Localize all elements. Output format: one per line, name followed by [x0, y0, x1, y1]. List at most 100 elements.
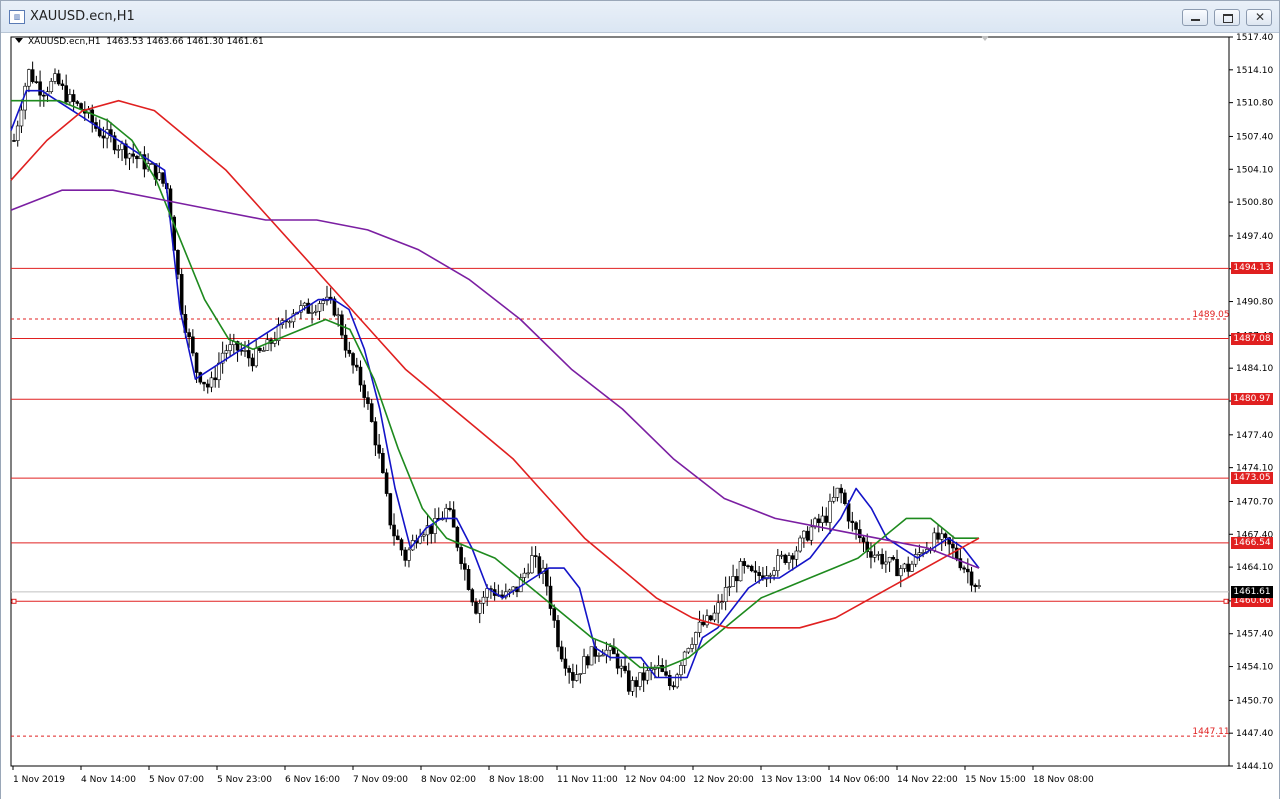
price-chart[interactable]: 1517.40 1514.10 1510.80 1507.40 1504.10 1500.…	[1, 33, 1279, 799]
price-tick-label: 1517.40	[1236, 33, 1273, 43]
candle-body	[898, 568, 903, 577]
candle-body	[645, 670, 650, 681]
candle-body	[977, 585, 981, 587]
candle-body	[474, 601, 478, 614]
close-button[interactable]: ✕	[1246, 9, 1272, 26]
candle-body	[731, 576, 735, 587]
chart-shift-marker	[981, 36, 989, 41]
info-close: 1461.61	[226, 37, 264, 47]
restore-button[interactable]	[1214, 9, 1240, 26]
candle-body	[157, 172, 162, 180]
candle-body	[477, 602, 482, 614]
candle-body	[258, 347, 262, 351]
candle-body	[675, 674, 680, 688]
current-price-label: 1461.61	[1231, 585, 1273, 598]
chart-area[interactable]: 1517.40 1514.10 1510.80 1507.40 1504.10 1500.…	[1, 33, 1279, 799]
candle-body	[362, 384, 367, 398]
candle-body	[861, 537, 866, 543]
candle-body	[395, 535, 400, 540]
candle-body	[597, 655, 601, 657]
candle-body	[660, 665, 665, 672]
candle-body	[880, 553, 884, 565]
candle-body	[470, 589, 475, 603]
price-tick-label: 1510.80	[1236, 99, 1273, 109]
candle-body	[68, 94, 72, 103]
price-tick-label: 1497.40	[1236, 232, 1273, 242]
time-tick-label: 11 Nov 11:00	[557, 775, 618, 785]
candle-body	[772, 570, 776, 576]
candle-body	[302, 302, 307, 306]
price-tick-label: 1490.80	[1236, 298, 1273, 308]
candle-body	[448, 507, 452, 511]
candle-body	[951, 543, 955, 549]
candle-body	[973, 584, 978, 587]
candle-body	[563, 658, 568, 669]
candle-body	[64, 85, 68, 103]
candle-body	[254, 347, 258, 367]
candle-body	[310, 312, 314, 314]
candle-body	[638, 672, 642, 687]
info-high: 1463.66	[146, 37, 184, 47]
candle-body	[790, 555, 795, 560]
candle-body	[802, 530, 806, 539]
candle-body	[891, 556, 896, 560]
candle-body	[735, 576, 739, 582]
chart-info: XAUUSD.ecn,H1 1463.53 1463.66 1461.30 14…	[15, 37, 264, 47]
price-tick-label: 1454.10	[1236, 663, 1273, 673]
time-tick-label: 1 Nov 2019	[13, 775, 65, 785]
time-tick-label: 18 Nov 08:00	[1033, 775, 1094, 785]
candle-body	[779, 554, 784, 557]
candle-body	[567, 668, 571, 673]
candle-body	[701, 621, 706, 626]
candle-body	[459, 547, 463, 564]
candle-body	[60, 83, 65, 86]
price-tick-label: 1457.40	[1236, 630, 1273, 640]
candle-body	[19, 109, 24, 127]
candle-body	[641, 672, 646, 681]
candle-body	[794, 550, 799, 560]
candle-body	[150, 163, 154, 165]
candle-body	[317, 303, 322, 312]
time-tick-label: 12 Nov 20:00	[693, 775, 754, 785]
candle-body	[966, 568, 970, 573]
candle-body	[708, 615, 713, 621]
candle-body	[939, 533, 944, 540]
candle-body	[839, 487, 843, 494]
candle-body	[191, 336, 195, 354]
candle-body	[738, 561, 743, 582]
candle-body	[664, 671, 668, 676]
window-title: XAUUSD.ecn,H1	[30, 9, 135, 24]
candle-body	[634, 680, 639, 687]
price-tick-label: 1504.10	[1236, 165, 1273, 175]
candle-body	[131, 153, 136, 157]
candle-body	[694, 632, 698, 645]
candle-body	[850, 520, 855, 523]
candle-body	[101, 135, 106, 139]
candle-body	[161, 172, 165, 184]
candle-body	[287, 321, 292, 324]
candle-body	[776, 555, 780, 571]
candle-body	[679, 665, 683, 676]
candle-body	[746, 565, 750, 567]
candle-body	[455, 526, 460, 548]
time-tick-label: 13 Nov 13:00	[761, 775, 822, 785]
minimize-button[interactable]	[1182, 9, 1208, 26]
candle-body	[49, 81, 54, 92]
candle-body	[328, 296, 333, 300]
title-bar[interactable]: ▥ XAUUSD.ecn,H1 ✕	[1, 1, 1279, 33]
candle-body	[969, 571, 974, 586]
candle-body	[205, 383, 210, 388]
candle-body	[485, 588, 489, 598]
price-tick-label: 1464.10	[1236, 563, 1273, 573]
candle-body	[571, 672, 575, 681]
candle-body	[213, 377, 217, 381]
candle-body	[686, 648, 691, 653]
candle-body	[228, 344, 232, 351]
close-icon: ✕	[1255, 10, 1266, 24]
candle-body	[429, 525, 434, 534]
time-tick-label: 8 Nov 18:00	[489, 775, 544, 785]
candle-body	[354, 364, 359, 368]
candle-body	[377, 444, 381, 454]
info-low: 1461.30	[186, 37, 224, 47]
dropdown-triangle-icon[interactable]	[15, 38, 23, 43]
